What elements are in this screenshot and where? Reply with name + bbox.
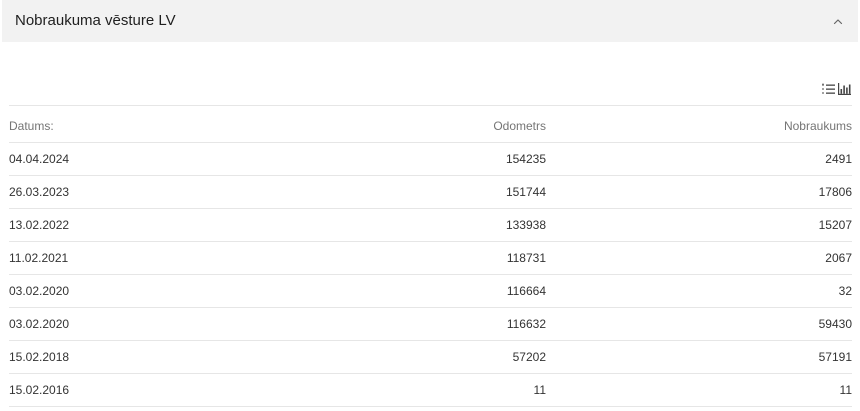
table-header-row: Datums: Odometrs Nobraukums xyxy=(9,105,852,142)
table-row: 11.02.2021 118731 2067 xyxy=(9,241,852,274)
cell-odometer: 154235 xyxy=(505,152,546,166)
cell-date: 11.02.2021 xyxy=(9,251,69,265)
cell-odometer: 151744 xyxy=(505,185,546,199)
cell-odometer: 116632 xyxy=(506,317,546,331)
table-row: 13.02.2022 133938 15207 xyxy=(9,208,852,241)
panel-header[interactable]: Nobraukuma vēsture LV xyxy=(2,0,858,42)
column-header-mileage: Nobraukums xyxy=(783,119,852,133)
column-header-odometer: Odometrs xyxy=(493,119,546,133)
table-row: 04.04.2024 154235 2491 xyxy=(9,142,852,175)
mileage-history-table: Datums: Odometrs Nobraukums 04.04.2024 1… xyxy=(9,105,852,407)
chevron-up-icon[interactable] xyxy=(830,13,846,29)
cell-mileage: 32 xyxy=(838,284,852,298)
cell-mileage: 2067 xyxy=(825,251,852,265)
cell-mileage: 17806 xyxy=(818,185,852,199)
cell-date: 26.03.2023 xyxy=(9,185,70,199)
cell-mileage: 59430 xyxy=(818,317,852,331)
column-header-date: Datums: xyxy=(9,119,54,133)
cell-mileage: 15207 xyxy=(818,218,852,232)
list-icon[interactable] xyxy=(821,82,835,96)
table-row: 03.02.2020 116664 32 xyxy=(9,274,852,307)
cell-date: 03.02.2020 xyxy=(9,284,70,298)
cell-date: 04.04.2024 xyxy=(9,152,70,166)
cell-date: 15.02.2016 xyxy=(9,383,70,397)
cell-mileage: 57191 xyxy=(818,350,852,364)
cell-mileage: 2491 xyxy=(825,152,852,166)
cell-mileage: 11 xyxy=(839,383,852,397)
table-row: 15.02.2016 11 11 xyxy=(9,373,852,406)
cell-odometer: 11 xyxy=(533,383,546,397)
cell-odometer: 116664 xyxy=(506,284,546,298)
cell-odometer: 57202 xyxy=(512,350,546,364)
table-row: 15.02.2018 57202 57191 xyxy=(9,340,852,373)
table-row: 26.03.2023 151744 17806 xyxy=(9,175,852,208)
cell-odometer: 133938 xyxy=(505,218,546,232)
view-toggle xyxy=(821,82,851,96)
cell-date: 15.02.2018 xyxy=(9,350,70,364)
cell-date: 13.02.2022 xyxy=(9,218,70,232)
table-row: 03.02.2020 116632 59430 xyxy=(9,307,852,340)
cell-odometer: 118731 xyxy=(506,251,546,265)
cell-date: 03.02.2020 xyxy=(9,317,70,331)
panel-title: Nobraukuma vēsture LV xyxy=(15,12,176,29)
bar-chart-icon[interactable] xyxy=(837,82,851,96)
